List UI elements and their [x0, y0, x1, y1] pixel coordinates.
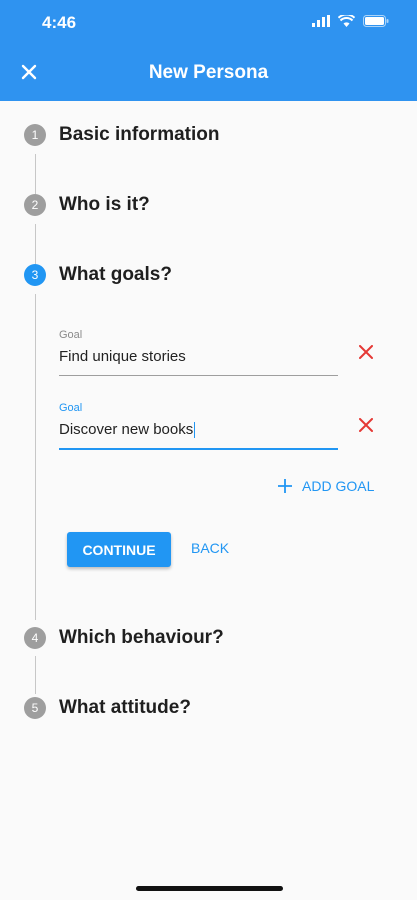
- step-which-behaviour[interactable]: 4 Which behaviour?: [24, 627, 224, 649]
- text-caret: [194, 422, 196, 439]
- step-title: Basic information: [59, 124, 220, 145]
- step-connector: [35, 294, 36, 620]
- step-connector: [35, 224, 36, 264]
- add-goal-button[interactable]: ADD GOAL: [278, 478, 374, 494]
- home-indicator: [136, 886, 283, 891]
- step-basic-information[interactable]: 1 Basic information: [24, 124, 219, 146]
- close-icon: [359, 345, 373, 359]
- goal-field-label: Goal: [59, 329, 83, 341]
- step-connector: [35, 154, 36, 194]
- status-icons: [312, 13, 389, 32]
- goal-input-row[interactable]: Discover new books: [59, 419, 338, 441]
- goal-input[interactable]: Find unique stories: [59, 346, 338, 368]
- status-time: 4:46: [42, 13, 77, 32]
- continue-button[interactable]: CONTINUE: [67, 532, 171, 567]
- step-connector: [35, 656, 36, 694]
- plus-icon: [278, 479, 292, 493]
- step-number-badge: 5: [24, 697, 46, 719]
- step-what-attitude[interactable]: 5 What attitude?: [24, 697, 191, 719]
- remove-goal-button[interactable]: [355, 414, 377, 436]
- wifi-icon: [337, 13, 356, 32]
- goal-field-label: Goal: [59, 402, 83, 414]
- close-icon: [359, 418, 373, 432]
- step-who-is-it[interactable]: 2 Who is it?: [24, 194, 150, 216]
- step-title: Which behaviour?: [59, 627, 224, 648]
- step-title: What goals?: [59, 264, 172, 285]
- field-underline: [59, 448, 338, 450]
- goal-input[interactable]: Discover new books: [59, 421, 193, 438]
- step-title: What attitude?: [59, 697, 191, 718]
- goal-field-1[interactable]: Goal Find unique stories: [59, 329, 338, 377]
- goal-field-2[interactable]: Goal Discover new books: [59, 402, 338, 451]
- add-goal-label: ADD GOAL: [302, 478, 375, 494]
- step-title: Who is it?: [59, 194, 150, 215]
- back-button[interactable]: BACK: [191, 540, 229, 556]
- remove-goal-button[interactable]: [355, 341, 377, 363]
- page-title: New Persona: [148, 62, 269, 83]
- step-number-badge: 4: [24, 627, 46, 649]
- step-number-badge: 1: [24, 124, 46, 146]
- step-number-badge: 3: [24, 264, 46, 286]
- app-bar: 4:46 New Persona: [0, 0, 417, 101]
- battery-icon: [363, 14, 389, 32]
- signal-icon: [312, 14, 330, 32]
- step-number-badge: 2: [24, 194, 46, 216]
- field-underline: [59, 375, 338, 376]
- step-what-goals[interactable]: 3 What goals?: [24, 264, 172, 286]
